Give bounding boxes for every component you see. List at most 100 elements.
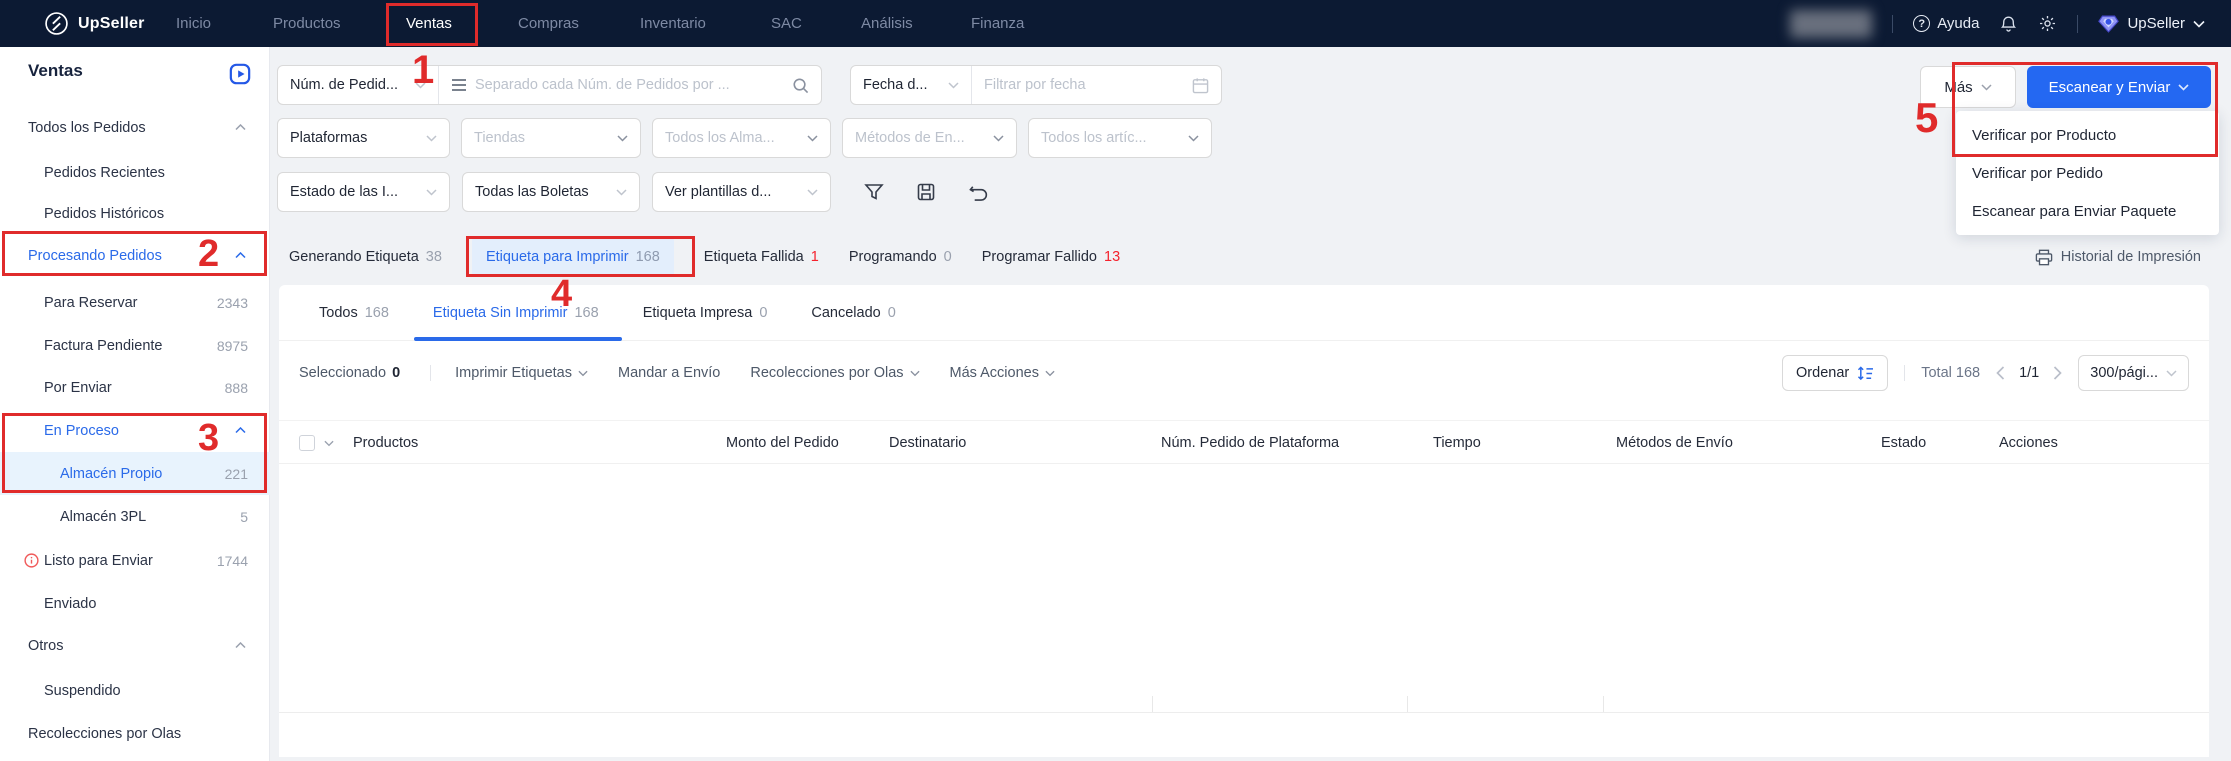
video-tutorial-icon[interactable] bbox=[229, 63, 251, 85]
subtabs-row: Todos 168 Etiqueta Sin Imprimir 168 Etique… bbox=[279, 285, 2209, 341]
tab-programando[interactable]: Programando 0 bbox=[849, 249, 952, 265]
col-num-pedido-plataforma: Núm. Pedido de Plataforma bbox=[1161, 435, 1340, 451]
subtab-etiqueta-sin-imprimir[interactable]: Etiqueta Sin Imprimir 168 bbox=[433, 305, 599, 321]
help-button[interactable]: ? Ayuda bbox=[1913, 15, 1979, 32]
chevron-up-icon bbox=[235, 124, 246, 131]
print-history-link[interactable]: Historial de Impresión bbox=[2035, 249, 2201, 266]
nav-divider bbox=[1892, 14, 1894, 33]
tab-programar-fallido[interactable]: Programar Fallido 13 bbox=[982, 249, 1120, 265]
send-to-shipping-action[interactable]: Mandar a Envío bbox=[618, 365, 720, 381]
chevron-down-icon bbox=[2178, 83, 2189, 91]
nav-item-analisis[interactable]: Análisis bbox=[861, 0, 913, 47]
shipping-methods-select[interactable]: Métodos de En... bbox=[842, 118, 1017, 158]
reset-undo-icon[interactable] bbox=[968, 183, 989, 202]
templates-select[interactable]: Ver plantillas d... bbox=[652, 172, 831, 212]
nav-item-inicio[interactable]: Inicio bbox=[176, 0, 211, 47]
boletas-select[interactable]: Todas las Boletas bbox=[462, 172, 640, 212]
bell-icon[interactable] bbox=[1999, 14, 2018, 33]
sidebar-item-listo-para-enviar[interactable]: Listo para Enviar 1744 bbox=[0, 539, 270, 582]
sidebar-item-en-proceso[interactable]: En Proceso bbox=[0, 409, 270, 452]
sidebar-item-pedidos-recientes[interactable]: Pedidos Recientes bbox=[0, 151, 270, 194]
nav-item-sac[interactable]: SAC bbox=[771, 0, 802, 47]
col-metodos-de-envio: Métodos de Envío bbox=[1616, 435, 1733, 451]
sidebar-item-enviado[interactable]: Enviado bbox=[0, 582, 270, 625]
print-labels-action[interactable]: Imprimir Etiquetas bbox=[455, 365, 588, 381]
orders-card: Todos 168 Etiqueta Sin Imprimir 168 Etique… bbox=[279, 285, 2209, 757]
chevron-up-icon bbox=[235, 252, 246, 259]
platforms-select[interactable]: Plataformas bbox=[277, 118, 450, 158]
sidebar-item-factura-pendiente[interactable]: Factura Pendiente 8975 bbox=[0, 324, 270, 367]
sidebar-item-otros[interactable]: Otros bbox=[0, 624, 270, 667]
chevron-down-icon bbox=[993, 134, 1004, 142]
pager: 1/1 bbox=[1996, 365, 2062, 381]
nav-divider bbox=[2077, 14, 2079, 33]
sidebar-item-almacen-propio[interactable]: Almacén Propio 221 bbox=[0, 452, 270, 495]
scan-and-send-button[interactable]: Escanear y Enviar bbox=[2027, 66, 2211, 108]
sidebar-item-suspendido[interactable]: Suspendido bbox=[0, 669, 270, 712]
articles-select[interactable]: Todos los artíc... bbox=[1028, 118, 1212, 158]
tab-etiqueta-fallida[interactable]: Etiqueta Fallida 1 bbox=[704, 249, 819, 265]
prev-page-icon[interactable] bbox=[1996, 366, 2005, 380]
col-monto-del-pedido: Monto del Pedido bbox=[726, 435, 839, 451]
subtab-todos[interactable]: Todos 168 bbox=[319, 305, 389, 321]
page-size-select[interactable]: 300/pági... bbox=[2078, 355, 2189, 391]
col-estado: Estado bbox=[1881, 435, 1927, 451]
sidebar-item-almacen-3pl[interactable]: Almacén 3PL 5 bbox=[0, 495, 270, 538]
next-page-icon[interactable] bbox=[2053, 366, 2062, 380]
sidebar-item-por-enviar[interactable]: Por Enviar 888 bbox=[0, 366, 270, 409]
order-search-input[interactable] bbox=[475, 77, 784, 93]
chevron-down-icon bbox=[617, 134, 628, 142]
filter-funnel-icon[interactable] bbox=[864, 182, 884, 202]
date-filter-input[interactable] bbox=[984, 77, 1184, 93]
chevron-down-icon bbox=[948, 81, 959, 89]
stores-select[interactable]: Tiendas bbox=[461, 118, 641, 158]
account-label: UpSeller bbox=[2127, 15, 2185, 32]
sort-button[interactable]: Ordenar bbox=[1782, 355, 1889, 391]
nav-item-ventas[interactable]: Ventas bbox=[406, 0, 452, 47]
select-all-checkbox[interactable] bbox=[299, 435, 315, 451]
page-indicator: 1/1 bbox=[2019, 365, 2040, 381]
alert-info-icon bbox=[24, 553, 39, 568]
tab-generando-etiqueta[interactable]: Generando Etiqueta 38 bbox=[289, 249, 442, 265]
col-acciones: Acciones bbox=[1999, 435, 2058, 451]
nav-item-finanza[interactable]: Finanza bbox=[971, 0, 1024, 47]
brand[interactable]: UpSeller bbox=[44, 0, 145, 47]
chevron-down-icon bbox=[578, 370, 588, 377]
nav-item-inventario[interactable]: Inventario bbox=[640, 0, 706, 47]
sidebar-item-pedidos-historicos[interactable]: Pedidos Históricos bbox=[0, 192, 270, 235]
account-menu[interactable]: UpSeller bbox=[2098, 15, 2205, 33]
subtab-etiqueta-impresa[interactable]: Etiqueta Impresa 0 bbox=[643, 305, 768, 321]
warehouses-select[interactable]: Todos los Alma... bbox=[652, 118, 831, 158]
sidebar-item-para-reservar[interactable]: Para Reservar 2343 bbox=[0, 281, 270, 324]
sidebar-item-todos-los-pedidos[interactable]: Todos los Pedidos bbox=[0, 106, 270, 149]
wave-pick-action[interactable]: Recolecciones por Olas bbox=[750, 365, 920, 381]
more-actions-menu[interactable]: Más Acciones bbox=[950, 365, 1055, 381]
save-filter-icon[interactable] bbox=[916, 182, 936, 202]
tab-etiqueta-para-imprimir[interactable]: Etiqueta para Imprimir 168 bbox=[471, 237, 674, 277]
gear-icon[interactable] bbox=[2038, 14, 2057, 33]
sidebar-item-procesando-pedidos[interactable]: Procesando Pedidos bbox=[0, 234, 270, 277]
hamburger-icon[interactable] bbox=[451, 79, 467, 91]
top-nav: UpSeller Inicio Productos Ventas Compras… bbox=[0, 0, 2231, 47]
more-button[interactable]: Más bbox=[1920, 66, 2016, 108]
sidebar-item-recolecciones-por-olas[interactable]: Recolecciones por Olas bbox=[0, 712, 270, 755]
nav-right-cluster: ? Ayuda UpSeller bbox=[1790, 0, 2205, 47]
date-field-select[interactable]: Fecha d... bbox=[851, 66, 971, 104]
calendar-icon[interactable] bbox=[1192, 77, 1209, 94]
menu-item-escanear-para-enviar-paquete[interactable]: Escanear para Enviar Paquete bbox=[1956, 192, 2219, 230]
nav-item-productos[interactable]: Productos bbox=[273, 0, 341, 47]
search-icon[interactable] bbox=[792, 77, 809, 94]
menu-item-verificar-por-producto[interactable]: Verificar por Producto bbox=[1956, 116, 2219, 154]
nav-item-compras[interactable]: Compras bbox=[518, 0, 579, 47]
menu-item-verificar-por-pedido[interactable]: Verificar por Pedido bbox=[1956, 154, 2219, 192]
count-badge: 8975 bbox=[216, 337, 248, 354]
chevron-down-icon bbox=[426, 134, 437, 142]
select-dropdown-icon[interactable] bbox=[324, 440, 334, 447]
order-search-box bbox=[439, 66, 821, 104]
order-field-select[interactable]: Núm. de Pedid... bbox=[278, 66, 438, 104]
bulk-actions-toolbar: Seleccionado 0 Imprimir Etiquetas Mandar … bbox=[279, 341, 2209, 405]
invoice-status-select[interactable]: Estado de las I... bbox=[277, 172, 450, 212]
subtab-cancelado[interactable]: Cancelado 0 bbox=[811, 305, 895, 321]
brand-name: UpSeller bbox=[78, 14, 145, 32]
main-content: Núm. de Pedid... Fecha d... bbox=[270, 47, 2231, 761]
